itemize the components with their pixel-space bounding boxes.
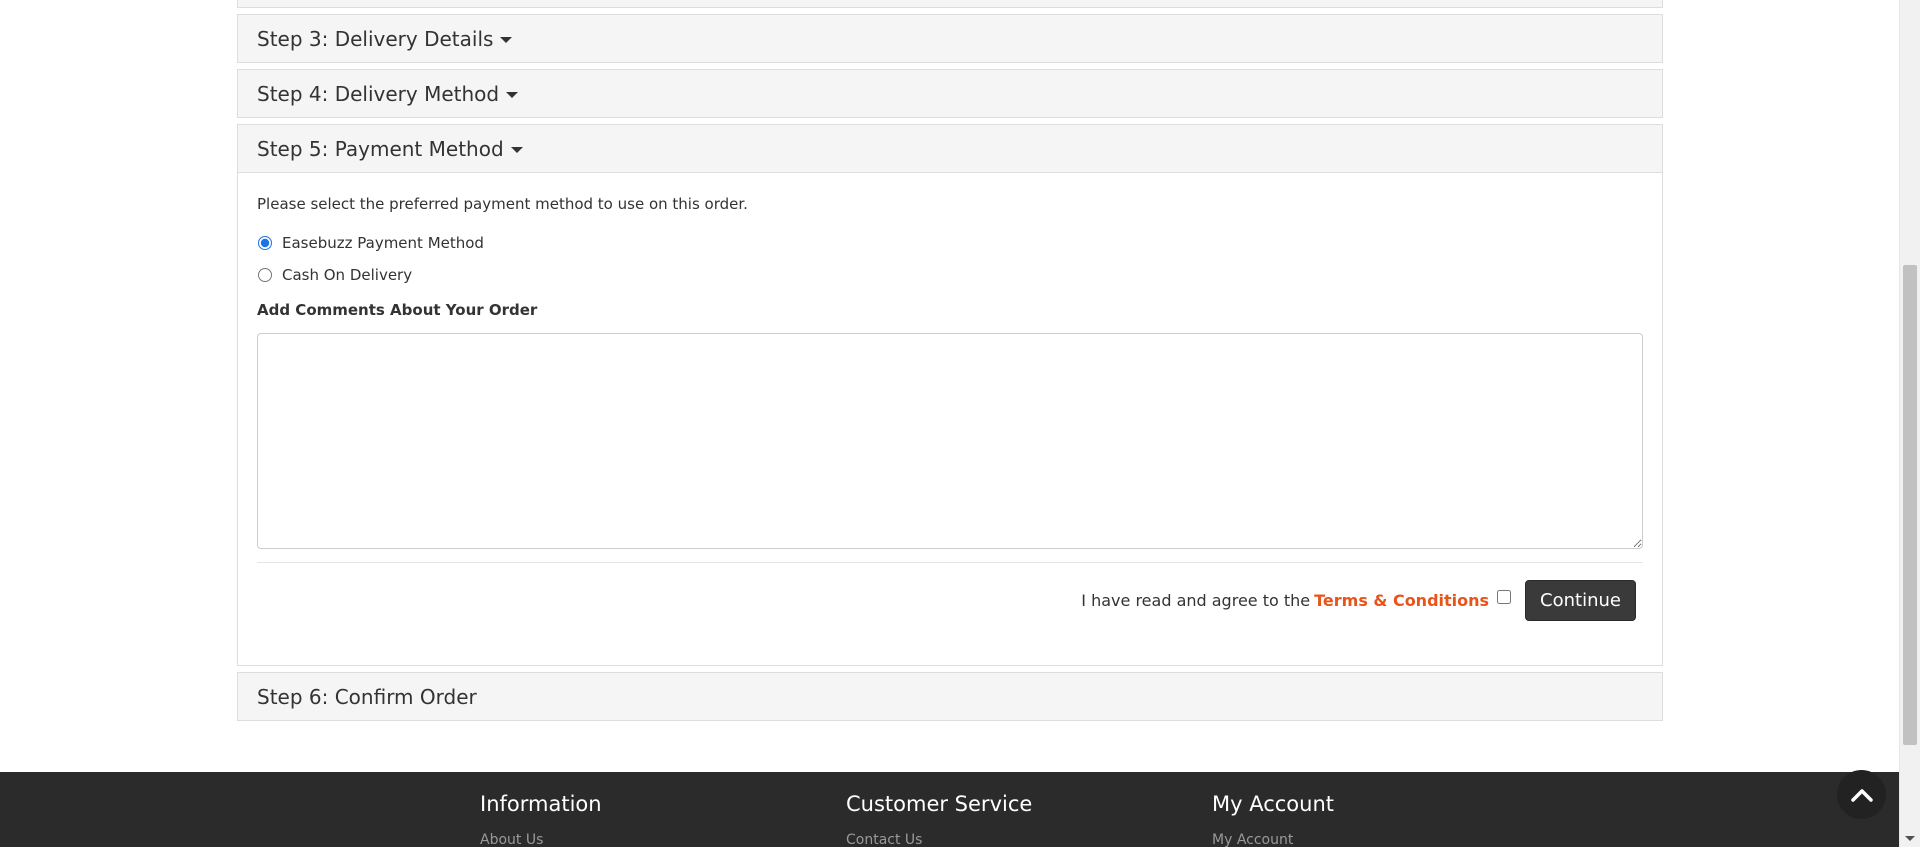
checkout-accordion: Step 3: Delivery Details Step 4: Deliver… — [237, 0, 1663, 727]
footer-my-account-link[interactable]: My Account — [1212, 832, 1334, 847]
cod-radio[interactable] — [258, 268, 272, 282]
step4-title: Step 4: Delivery Method — [257, 81, 500, 106]
footer-my-account: My Account My Account — [1212, 792, 1334, 847]
footer-information-heading: Information — [480, 792, 602, 816]
page: Step 3: Delivery Details Step 4: Deliver… — [0, 0, 1920, 847]
footer-my-account-heading: My Account — [1212, 792, 1335, 816]
comments-textarea[interactable] — [257, 333, 1643, 549]
step3-panel: Step 3: Delivery Details — [237, 14, 1663, 63]
previous-step-panel-edge — [237, 0, 1663, 8]
step3-heading[interactable]: Step 3: Delivery Details — [238, 15, 1662, 62]
cod-label: Cash On Delivery — [282, 266, 413, 284]
step6-panel: Step 6: Confirm Order — [237, 672, 1663, 721]
payment-method-body: Please select the preferred payment meth… — [238, 173, 1662, 665]
footer-contact-us-link[interactable]: Contact Us — [846, 832, 1032, 847]
caret-down-icon — [506, 91, 519, 98]
scroll-to-top-button[interactable] — [1837, 770, 1886, 819]
step6-heading[interactable]: Step 6: Confirm Order — [238, 673, 1662, 720]
terms-link[interactable]: Terms & Conditions — [1314, 591, 1489, 610]
site-footer: Information About Us Customer Service Co… — [0, 772, 1900, 847]
divider — [257, 562, 1643, 563]
scrollbar-down-arrow-icon[interactable] — [1905, 836, 1915, 841]
caret-down-icon — [510, 146, 523, 153]
step5-title: Step 5: Payment Method — [257, 136, 504, 161]
payment-option-easebuzz[interactable]: Easebuzz Payment Method — [257, 227, 1643, 259]
payment-option-cod[interactable]: Cash On Delivery — [257, 259, 1643, 291]
step4-panel: Step 4: Delivery Method — [237, 69, 1663, 118]
footer-about-us-link[interactable]: About Us — [480, 832, 602, 847]
agree-row: I have read and agree to the Terms & Con… — [257, 580, 1643, 621]
continue-button[interactable]: Continue — [1525, 580, 1636, 621]
step4-heading[interactable]: Step 4: Delivery Method — [238, 70, 1662, 117]
footer-customer-service-heading: Customer Service — [846, 792, 1033, 816]
agree-checkbox[interactable] — [1497, 589, 1512, 604]
step3-title: Step 3: Delivery Details — [257, 26, 494, 51]
chevron-up-icon — [1850, 788, 1873, 802]
caret-down-icon — [500, 36, 513, 43]
comments-label: Add Comments About Your Order — [257, 301, 538, 319]
step5-panel: Step 5: Payment Method Please select the… — [237, 124, 1663, 666]
easebuzz-label: Easebuzz Payment Method — [282, 234, 484, 252]
agree-text: I have read and agree to the — [1081, 591, 1311, 610]
step6-title: Step 6: Confirm Order — [257, 684, 477, 709]
scrollbar-thumb[interactable] — [1903, 265, 1917, 745]
easebuzz-radio[interactable] — [258, 236, 272, 250]
footer-information: Information About Us — [480, 792, 602, 847]
step5-heading[interactable]: Step 5: Payment Method — [238, 125, 1662, 173]
page-scrollbar[interactable] — [1899, 0, 1920, 847]
payment-intro-text: Please select the preferred payment meth… — [257, 195, 748, 213]
footer-customer-service: Customer Service Contact Us — [846, 792, 1032, 847]
